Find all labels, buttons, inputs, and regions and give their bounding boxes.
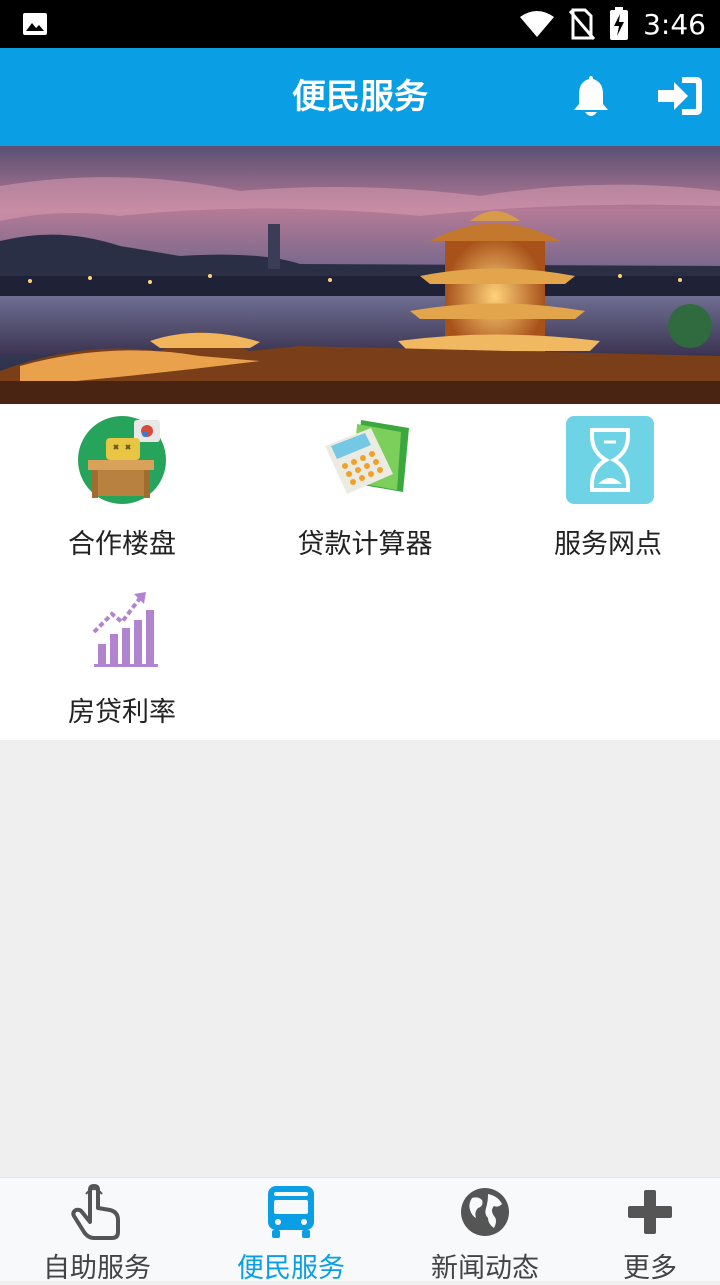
- globe-icon: [461, 1188, 509, 1236]
- service-label: 服务网点: [554, 529, 662, 560]
- status-bar: 3:46: [0, 0, 720, 48]
- service-label: 贷款计算器: [297, 529, 433, 560]
- service-item-service-outlets[interactable]: 服务网点: [488, 404, 720, 572]
- bus-icon: [268, 1186, 314, 1238]
- service-item-loan-calculator[interactable]: 贷款计算器: [245, 404, 485, 572]
- service-item-mortgage-rates[interactable]: 房贷利率: [2, 572, 242, 740]
- app-bar: 便民服务: [0, 48, 720, 146]
- page-title: 便民服务: [292, 77, 428, 117]
- hourglass-icon: [566, 416, 654, 504]
- tab-label: 便民服务: [237, 1253, 345, 1284]
- growth-chart-icon: [92, 592, 158, 667]
- service-grid: 合作楼盘 贷款计算器 服务网点 房贷利率: [0, 404, 720, 740]
- service-label: 合作楼盘: [68, 529, 176, 560]
- hand-pointer-icon: [71, 1184, 120, 1240]
- wifi-icon: [520, 11, 555, 37]
- tab-label: 自助服务: [43, 1253, 151, 1284]
- service-item-partner-buildings[interactable]: 合作楼盘: [2, 404, 242, 572]
- plus-icon: [628, 1190, 672, 1234]
- battery-charging-icon: [610, 7, 629, 40]
- no-sim-icon: [569, 8, 596, 40]
- calculator-icon: [325, 420, 409, 494]
- tab-convenience-service[interactable]: 便民服务: [194, 1178, 388, 1284]
- login-icon[interactable]: [656, 74, 704, 118]
- banner-image[interactable]: [0, 146, 720, 404]
- tab-label: 更多: [623, 1253, 677, 1284]
- service-label: 房贷利率: [68, 697, 176, 728]
- building-desk-icon: [78, 416, 166, 504]
- status-time: 3:46: [643, 7, 706, 41]
- tab-self-service[interactable]: 自助服务: [0, 1178, 194, 1284]
- bottom-tab-bar: 自助服务 便民服务 新闻动态 更多: [0, 1177, 720, 1284]
- image-notification-icon: [23, 13, 47, 35]
- bell-icon[interactable]: [570, 74, 612, 118]
- tab-more[interactable]: 更多: [553, 1178, 720, 1284]
